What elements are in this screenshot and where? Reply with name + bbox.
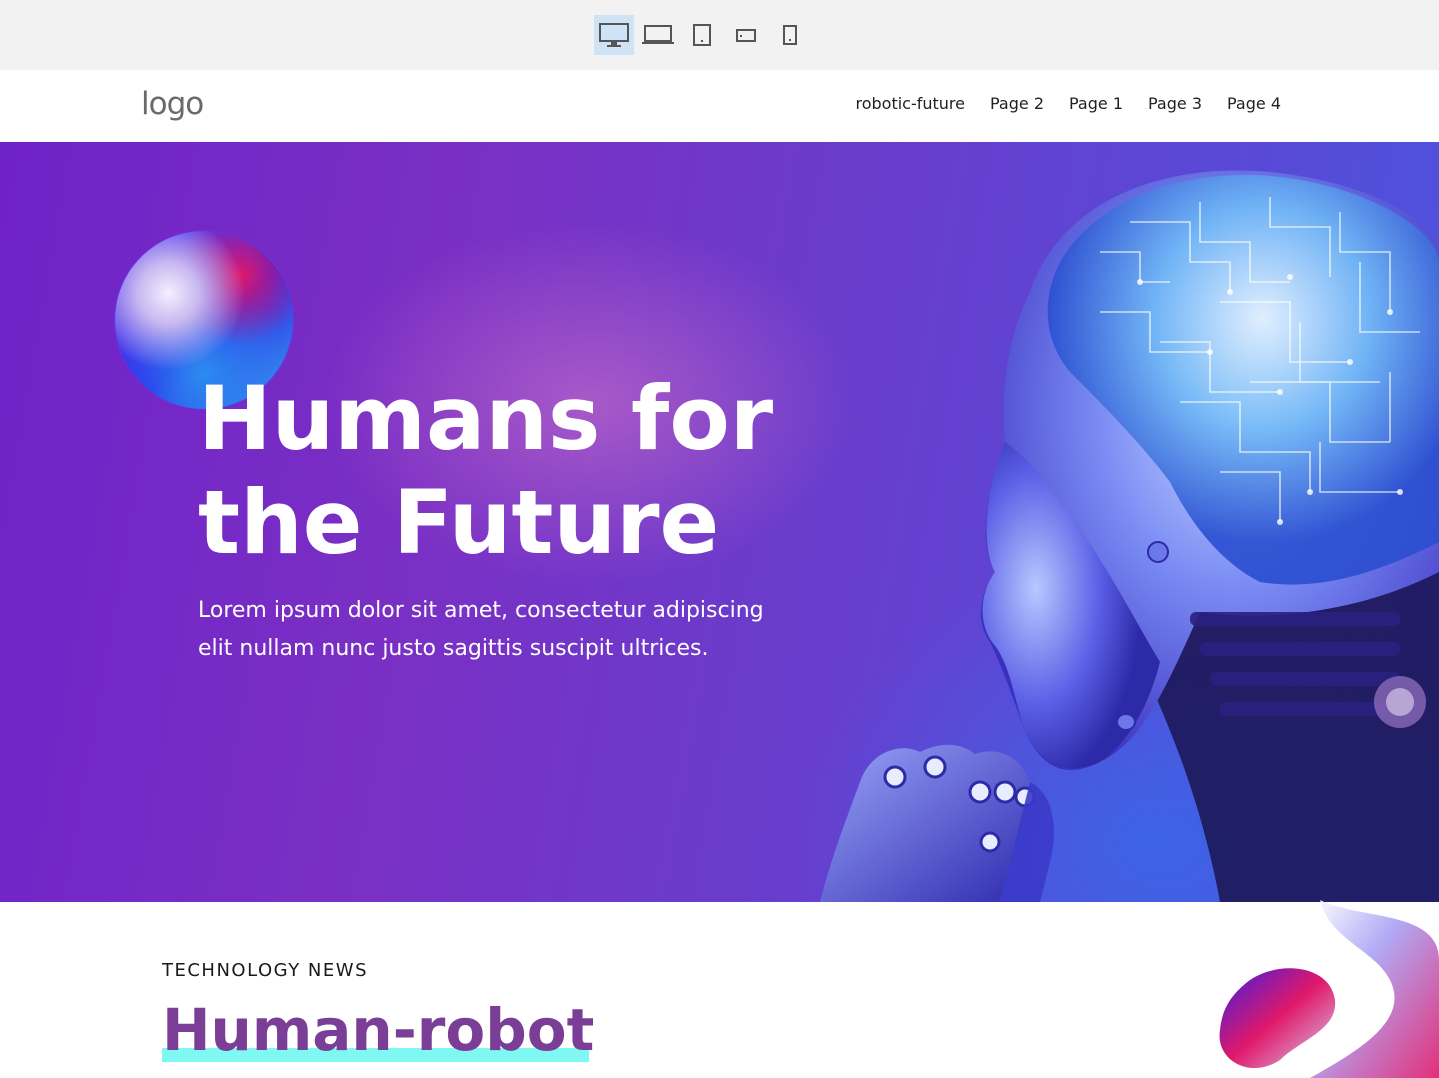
- device-laptop-button[interactable]: [638, 15, 678, 55]
- hero-description-line-2: elit nullam nunc justo sagittis suscipit…: [198, 636, 709, 661]
- device-tablet-button[interactable]: [682, 15, 722, 55]
- hero-title-line-1: Humans for: [198, 367, 774, 470]
- device-desktop-button[interactable]: [594, 15, 634, 55]
- hero-description-line-1: Lorem ipsum dolor sit amet, consectetur …: [198, 598, 764, 623]
- device-toolbar: [0, 0, 1439, 70]
- main-nav: robotic-future Page 2 Page 1 Page 3 Page…: [855, 94, 1281, 113]
- hero-description: Lorem ipsum dolor sit amet, consectetur …: [198, 592, 798, 668]
- logo[interactable]: logo: [141, 86, 204, 122]
- decorative-blob: [1219, 900, 1439, 1078]
- hero-section: Humans for the Future Lorem ipsum dolor …: [0, 142, 1439, 902]
- nav-link-page-3[interactable]: Page 3: [1148, 94, 1202, 113]
- nav-link-page-4[interactable]: Page 4: [1227, 94, 1281, 113]
- section-kicker: TECHNOLOGY NEWS: [162, 960, 368, 981]
- desktop-icon: [599, 23, 629, 47]
- nav-link-page-1[interactable]: Page 1: [1069, 94, 1123, 113]
- device-mobile-button[interactable]: [770, 15, 810, 55]
- mobile-icon: [783, 25, 797, 45]
- site-header: logo robotic-future Page 2 Page 1 Page 3…: [0, 70, 1439, 142]
- hero-title-line-2: the Future: [198, 471, 720, 574]
- section-title-wrap: Human-robot: [162, 992, 594, 1068]
- device-tablet-landscape-button[interactable]: [726, 15, 766, 55]
- tablet-icon: [693, 24, 711, 46]
- robot-head-image: [820, 170, 1439, 902]
- section-title: Human-robot: [162, 996, 595, 1064]
- hero-title: Humans for the Future: [198, 367, 838, 575]
- nav-link-robotic-future[interactable]: robotic-future: [855, 94, 965, 113]
- tablet-landscape-icon: [736, 29, 756, 42]
- laptop-icon: [642, 25, 674, 44]
- nav-link-page-2[interactable]: Page 2: [990, 94, 1044, 113]
